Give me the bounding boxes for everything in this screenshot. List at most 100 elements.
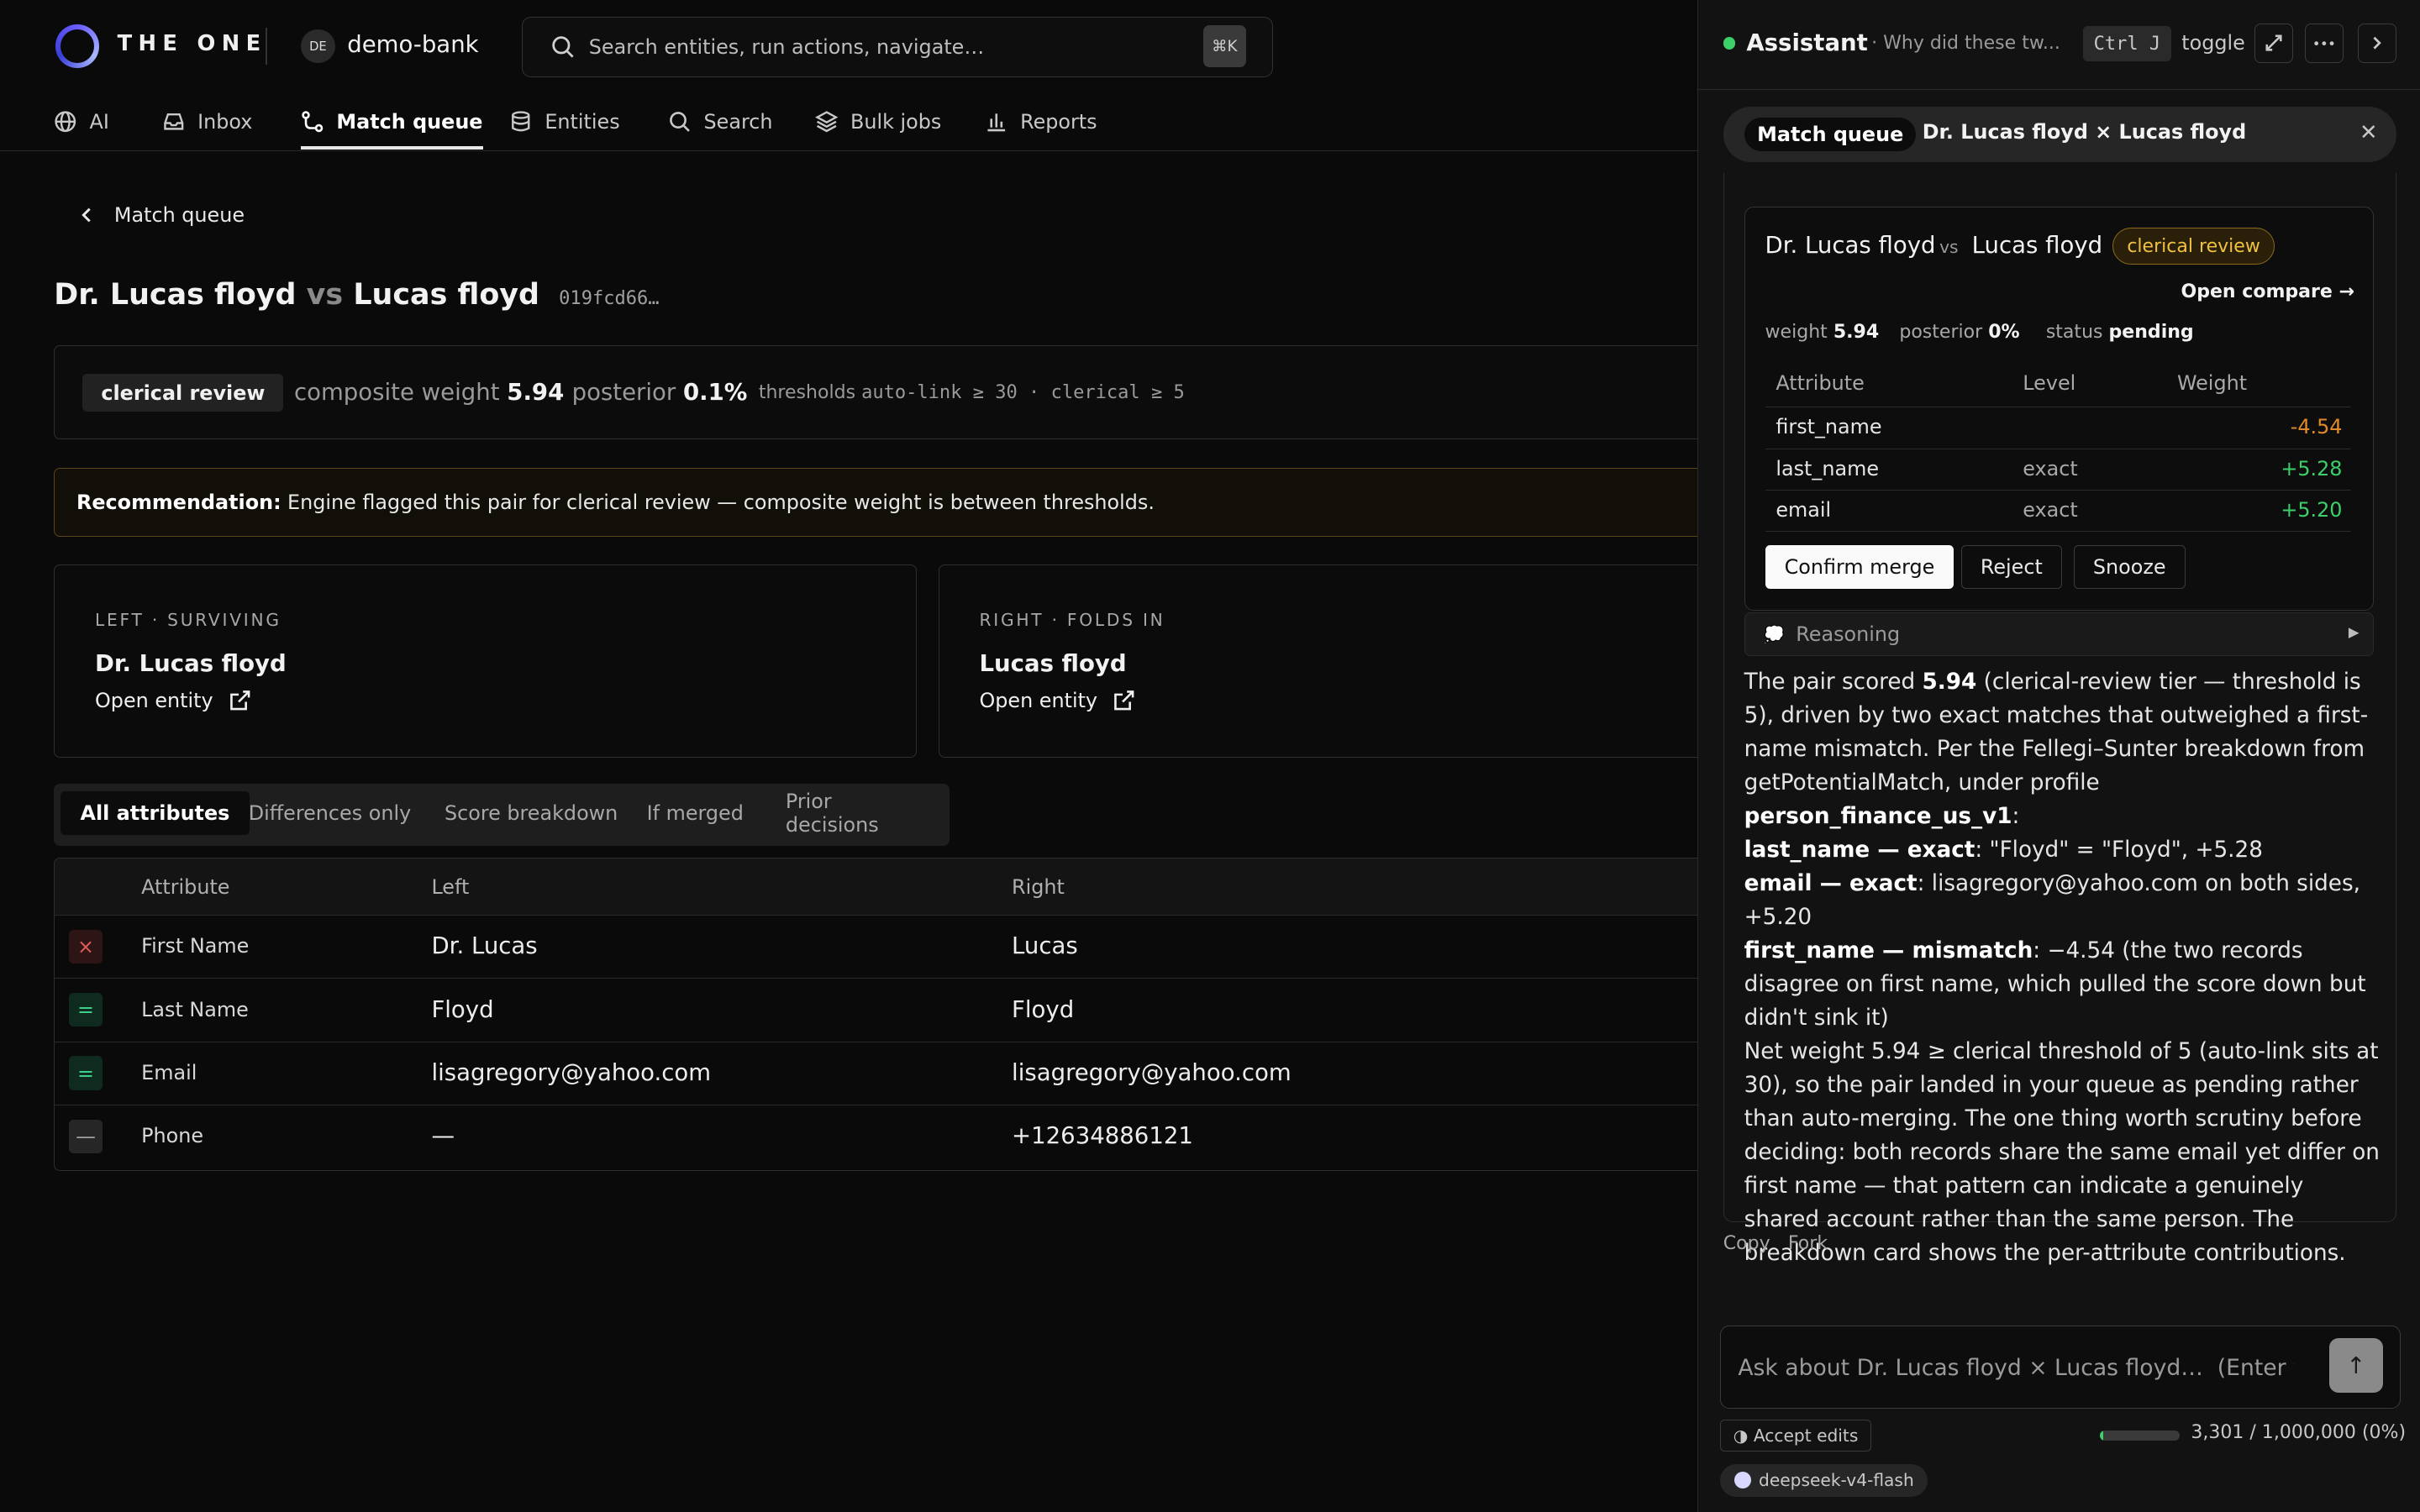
message-paragraph: The pair scored 5.94 (clerical-review ti…: [1744, 665, 2381, 833]
thought-icon: 💭: [1763, 624, 1785, 645]
nav-item-inbox[interactable]: Inbox: [162, 92, 252, 151]
thresholds-value: auto-link ≥ 30 · clerical ≥ 5: [861, 381, 1185, 403]
left-value: —: [431, 1122, 455, 1150]
open-compare-link[interactable]: Open compare →: [2181, 281, 2354, 302]
breakdown-row: first_name -4.54: [1765, 407, 2352, 449]
collapse-button[interactable]: [2357, 23, 2396, 64]
open-entity-link[interactable]: Open entity: [979, 689, 1135, 712]
right-value: Floyd: [1012, 995, 1075, 1023]
table-row[interactable]: = Last Name Floyd Floyd: [55, 979, 1698, 1042]
message-paragraph: Net weight 5.94 ≥ clerical threshold of …: [1744, 1039, 2380, 1267]
composer-input[interactable]: [1738, 1351, 2294, 1385]
left-entity-card: LEFT · SURVIVING Dr. Lucas floyd Open en…: [54, 564, 918, 758]
tab-score-breakdown[interactable]: Score breakdown: [424, 791, 638, 834]
column-header: Attribute: [1776, 370, 1865, 395]
close-icon[interactable]: ✕: [2360, 120, 2378, 145]
weight-stat: weight 5.94: [1765, 322, 1880, 343]
thresholds-label: thresholds: [758, 381, 856, 403]
match-right-name: Lucas floyd: [1971, 232, 2103, 260]
composer: ↑: [1720, 1325, 2402, 1409]
column-header: Left: [431, 875, 470, 900]
reasoning-toggle[interactable]: 💭 Reasoning ▶: [1744, 612, 2375, 656]
nav-label: Search: [703, 110, 773, 134]
main-panel: THE ONE DE demo-bank ⌘K AI Inbox Match q…: [0, 0, 1698, 1512]
copy-button[interactable]: Copy: [1723, 1233, 1770, 1254]
divider: [265, 28, 267, 66]
nav-item-reports[interactable]: Reports: [985, 92, 1097, 151]
accept-edits-label: Accept edits: [1753, 1425, 1859, 1446]
table-row[interactable]: × First Name Dr. Lucas Lucas: [55, 916, 1698, 979]
global-search[interactable]: ⌘K: [521, 17, 1274, 77]
nav-item-bulk-jobs[interactable]: Bulk jobs: [814, 92, 941, 151]
score-summary: clerical review composite weight 5.94 po…: [54, 345, 1698, 440]
token-usage-bar: [2099, 1430, 2181, 1441]
recommendation-label: Recommendation:: [76, 490, 281, 514]
open-entity-link[interactable]: Open entity: [95, 689, 251, 712]
tab-if-merged[interactable]: If merged: [627, 791, 764, 834]
table-row[interactable]: = Email lisagregory@yahoo.com lisagregor…: [55, 1042, 1698, 1106]
text: : "Floyd" = "Floyd", +5.28: [1975, 837, 2263, 863]
match-card: Dr. Lucas floyd vs Lucas floyd clerical …: [1744, 207, 2375, 612]
database-icon: [512, 111, 530, 132]
stat-value: 0%: [1988, 322, 2020, 344]
weight: +5.28: [2281, 456, 2343, 480]
fork-button[interactable]: Fork: [1788, 1233, 1828, 1254]
assistant-panel: Assistant · Why did these tw... Ctrl J t…: [1697, 0, 2420, 1512]
layers-icon: [814, 111, 839, 133]
message-line: email — exact: lisagregory@yahoo.com on …: [1744, 867, 2381, 934]
search-shortcut: ⌘K: [1202, 25, 1247, 67]
nav-item-ai[interactable]: AI: [54, 92, 109, 151]
nav-item-entities[interactable]: Entities: [509, 92, 620, 151]
assistant-subtitle[interactable]: · Why did these tw...: [1871, 33, 2060, 54]
entity-name: Lucas floyd: [979, 650, 1127, 678]
accept-edits-toggle[interactable]: ◑ Accept edits: [1720, 1419, 1872, 1452]
title-vs: vs: [306, 277, 344, 312]
more-button[interactable]: [2305, 23, 2344, 64]
back-link[interactable]: Match queue: [77, 203, 245, 227]
context-name: Dr. Lucas floyd × Lucas floyd: [1922, 120, 2247, 144]
model-name: deepseek-v4-flash: [1759, 1470, 1914, 1491]
nav-item-search[interactable]: Search: [668, 92, 773, 151]
chevron-right-icon: [2373, 37, 2382, 50]
search-icon: [550, 34, 575, 65]
main-nav: AI Inbox Match queue Entities Search Bul…: [0, 92, 1698, 151]
model-selector[interactable]: deepseek-v4-flash: [1720, 1464, 1928, 1497]
assistant-header: Assistant · Why did these tw... Ctrl J t…: [1698, 0, 2420, 90]
composite-label: composite weight: [293, 378, 500, 406]
send-button[interactable]: ↑: [2328, 1338, 2383, 1393]
snooze-button[interactable]: Snooze: [2073, 545, 2186, 589]
search-input[interactable]: [588, 31, 1176, 63]
route-icon: [302, 111, 324, 133]
text-bold: email — exact: [1744, 870, 1918, 896]
posterior-label: posterior: [571, 378, 676, 406]
workspace-name[interactable]: demo-bank: [347, 31, 478, 58]
table-row[interactable]: — Phone — +12634886121: [55, 1105, 1697, 1168]
link-label: Open entity: [979, 689, 1098, 713]
expand-button[interactable]: [2254, 23, 2293, 64]
workspace-avatar[interactable]: DE: [301, 29, 335, 64]
message-line: first_name — mismatch: −4.54 (the two re…: [1744, 934, 2381, 1035]
text-bold: 5.94: [1922, 669, 1977, 695]
status-badge: clerical review: [82, 374, 284, 412]
view-tabs: All attributes Differences only Score br…: [54, 784, 950, 846]
pair-id[interactable]: 019fcd66…: [559, 288, 659, 309]
nav-item-match-queue[interactable]: Match queue: [301, 92, 483, 151]
message-text: The pair scored 5.94 (clerical-review ti…: [1744, 665, 2381, 1271]
logo[interactable]: [55, 24, 99, 68]
tab-differences-only[interactable]: Differences only: [229, 791, 431, 834]
page-title: Dr. Lucas floyd vs Lucas floyd 019fcd66…: [54, 278, 659, 312]
breakdown-row: email exact +5.20: [1765, 490, 2352, 532]
column-header: Level: [2023, 370, 2076, 395]
expand-icon: [2265, 34, 2282, 51]
confirm-merge-button[interactable]: Confirm merge: [1765, 545, 1954, 589]
tab-prior-decisions[interactable]: Prior decisions: [765, 790, 950, 837]
search-icon: [670, 112, 691, 133]
reject-button[interactable]: Reject: [1960, 545, 2062, 589]
breakdown-row: last_name exact +5.28: [1765, 448, 2352, 491]
card-caption: RIGHT · FOLDS IN: [979, 610, 1165, 631]
posterior-stat: posterior 0%: [1899, 322, 2019, 343]
left-value: Dr. Lucas: [431, 932, 538, 960]
tab-all-attributes[interactable]: All attributes: [60, 791, 250, 835]
weight: -4.54: [2290, 415, 2343, 439]
token-usage-fill: [2099, 1430, 2103, 1441]
